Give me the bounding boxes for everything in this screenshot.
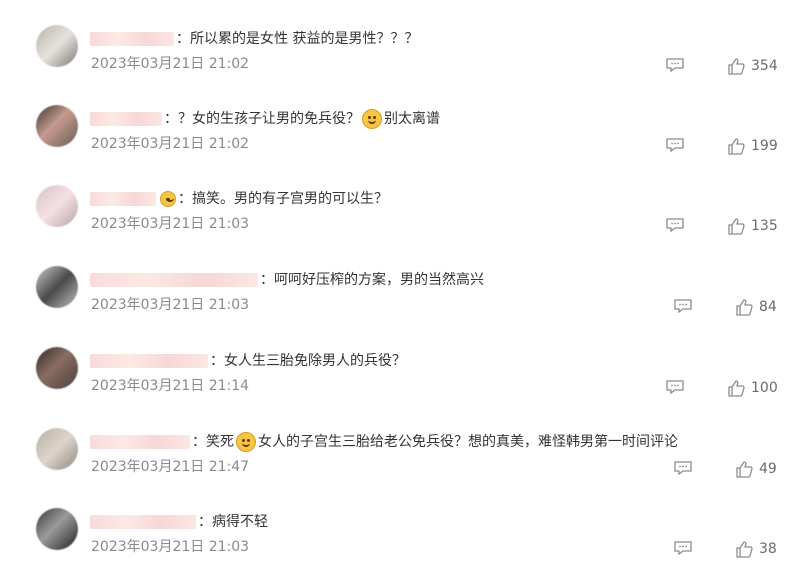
- comment-text: 女人生三胎免除男人的兵役？: [224, 353, 406, 369]
- comment-line: ：病得不轻: [90, 512, 268, 532]
- avatar[interactable]: [36, 25, 78, 67]
- comment-item: ：女人生三胎免除男人的兵役？ 2023年03月21日 21:14 100: [0, 347, 812, 427]
- comment-timestamp: 2023年03月21日 21:47: [91, 459, 250, 475]
- colon: ：: [192, 434, 206, 450]
- username[interactable]: [90, 192, 156, 206]
- like-button[interactable]: 100: [727, 378, 778, 398]
- comment-text: 所以累的是女性 获益的是男性？？？: [190, 31, 419, 47]
- comment-timestamp: 2023年03月21日 21:02: [91, 56, 250, 72]
- reply-icon[interactable]: [674, 461, 692, 475]
- like-count: 135: [751, 218, 778, 234]
- username[interactable]: [90, 32, 174, 46]
- username[interactable]: [90, 273, 258, 287]
- comment-timestamp: 2023年03月21日 21:02: [91, 136, 250, 152]
- comment-line: ：？女的生孩子让男的免兵役？ 别太离谱: [90, 109, 440, 129]
- reply-icon[interactable]: [666, 138, 684, 152]
- comment-text: ？女的生孩子让男的免兵役？: [178, 111, 360, 127]
- thumbs-up-icon: [728, 218, 745, 235]
- comment-timestamp: 2023年03月21日 21:03: [91, 539, 250, 555]
- avatar[interactable]: [36, 508, 78, 550]
- like-button[interactable]: 49: [735, 459, 777, 479]
- username[interactable]: [90, 435, 190, 449]
- comment-text: 病得不轻: [212, 514, 268, 530]
- like-button[interactable]: 38: [735, 539, 777, 559]
- thumbs-up-icon: [736, 541, 753, 558]
- like-count: 100: [751, 380, 778, 396]
- avatar[interactable]: [36, 266, 78, 308]
- thumbs-up-icon: [736, 299, 753, 316]
- like-count: 84: [759, 299, 777, 315]
- thumbs-up-icon: [728, 58, 745, 75]
- like-count: 38: [759, 541, 777, 557]
- like-count: 199: [751, 138, 778, 154]
- like-count: 49: [759, 461, 777, 477]
- colon: ：: [198, 514, 212, 530]
- comment-item: ：？女的生孩子让男的免兵役？ 别太离谱 2023年03月21日 21:02 199: [0, 105, 812, 185]
- comment-text: 搞笑。男的有子宫男的可以生？: [192, 191, 388, 207]
- comment-text: 女人的子宫生三胎给老公免兵役？想的真美，难怪韩男第一时间评论: [258, 434, 678, 450]
- comment-line: ：呵呵好压榨的方案，男的当然高兴: [90, 270, 484, 290]
- comment-line: ：所以累的是女性 获益的是男性？？？: [90, 29, 418, 49]
- thumbs-up-icon: [728, 138, 745, 155]
- username[interactable]: [90, 354, 208, 368]
- colon: ：: [260, 272, 274, 288]
- colon: ：: [176, 31, 190, 47]
- laughing-emoji: [236, 432, 256, 452]
- like-count: 354: [751, 58, 778, 74]
- comment-timestamp: 2023年03月21日 21:14: [91, 378, 250, 394]
- like-button[interactable]: 354: [727, 56, 778, 76]
- comment-item: ：所以累的是女性 获益的是男性？？？ 2023年03月21日 21:02 354: [0, 25, 812, 105]
- comment-text: 别太离谱: [384, 111, 440, 127]
- comment-item: ：搞笑。男的有子宫男的可以生？ 2023年03月21日 21:03 135: [0, 185, 812, 265]
- like-button[interactable]: 135: [727, 216, 778, 236]
- comment-line: ：搞笑。男的有子宫男的可以生？: [90, 189, 388, 209]
- avatar[interactable]: [36, 185, 78, 227]
- comment-item: ：笑死 女人的子宫生三胎给老公免兵役？想的真美，难怪韩男第一时间评论 2023年0…: [0, 428, 812, 508]
- awkward-sweat-emoji: [362, 109, 382, 129]
- username[interactable]: [90, 515, 196, 529]
- colon: ：: [178, 191, 192, 207]
- reply-icon[interactable]: [666, 218, 684, 232]
- comment-timestamp: 2023年03月21日 21:03: [91, 297, 250, 313]
- reply-icon[interactable]: [666, 380, 684, 394]
- comment-line: ：女人生三胎免除男人的兵役？: [90, 351, 406, 371]
- reply-icon[interactable]: [666, 58, 684, 72]
- comment-text: 笑死: [206, 434, 234, 450]
- thumbs-up-icon: [736, 461, 753, 478]
- comment-item: ：呵呵好压榨的方案，男的当然高兴 2023年03月21日 21:03 84: [0, 266, 812, 346]
- colon: ：: [210, 353, 224, 369]
- avatar[interactable]: [36, 347, 78, 389]
- thumbs-up-icon: [728, 380, 745, 397]
- comment-text: 呵呵好压榨的方案，男的当然高兴: [274, 272, 484, 288]
- facepalm-emoji: [160, 191, 176, 207]
- colon: ：: [164, 111, 178, 127]
- comment-timestamp: 2023年03月21日 21:03: [91, 216, 250, 232]
- reply-icon[interactable]: [674, 541, 692, 555]
- reply-icon[interactable]: [674, 299, 692, 313]
- avatar[interactable]: [36, 428, 78, 470]
- comment-item: ：病得不轻 2023年03月21日 21:03 38: [0, 508, 812, 588]
- comment-line: ：笑死 女人的子宫生三胎给老公免兵役？想的真美，难怪韩男第一时间评论: [90, 432, 678, 452]
- like-button[interactable]: 199: [727, 136, 778, 156]
- avatar[interactable]: [36, 105, 78, 147]
- username[interactable]: [90, 112, 162, 126]
- like-button[interactable]: 84: [735, 297, 777, 317]
